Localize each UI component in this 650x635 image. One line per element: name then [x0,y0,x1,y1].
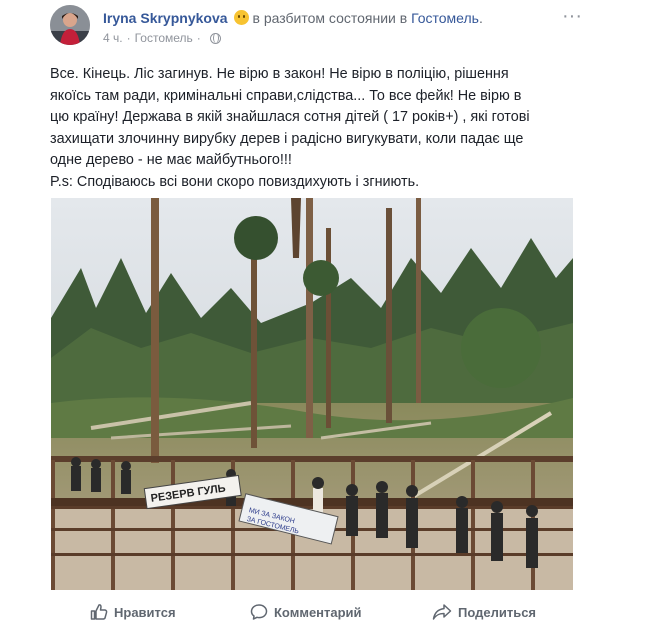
meta-separator: · [196,31,201,45]
meta-separator: · [126,31,131,45]
post-text-line: одне дерево - не має майбутнього!!! [50,152,292,169]
share-label: Поделиться [458,604,537,620]
post-text: Все. Кінець. Ліс загинув. Не вірю в зако… [50,64,580,194]
avatar[interactable] [50,5,90,45]
like-button[interactable]: Нравится [90,601,176,623]
post-text-line: якоїсь там ради, кримінальні справи,слід… [50,87,522,104]
more-icon[interactable]: ··· [562,6,582,26]
like-label: Нравится [114,604,176,620]
comment-icon [250,604,268,620]
post-text-line: Все. Кінець. Ліс загинув. Не вірю в зако… [50,66,509,82]
share-icon [432,604,452,620]
facebook-post: Iryna Skrypnykova в разбитом состоянии в … [0,0,650,635]
post-text-line: P.s: Сподіваюсь всі вони скоро повиздиху… [50,173,420,190]
feeling-emoji-icon [233,10,249,25]
post-time[interactable]: 4 ч. [103,31,123,45]
post-text-line: захищати злочинну вирубку дерев і радісн… [50,130,524,147]
globe-icon[interactable] [209,33,221,44]
meta-location[interactable]: Гостомель [135,31,193,45]
feeling-text: в разбитом состоянии в [252,10,408,26]
action-bar: Нравится Комментарий Поделиться [50,597,570,627]
share-button[interactable]: Поделиться [432,601,536,623]
post-photo[interactable]: РЕЗЕРВ ГУЛЬ МИ ЗА ЗАКОНЗА ГОСТОМЕЛЬ [51,198,573,590]
post-meta: 4 ч. · Гостомель · [103,31,221,45]
post-text-line: цю країну! Держава в якій знайшлася сотн… [50,109,530,126]
post-header: Iryna Skrypnykova в разбитом состоянии в … [103,9,483,27]
location-link[interactable]: Гостомель [411,10,479,26]
like-icon [90,604,108,620]
header-period: . [478,10,483,26]
comment-label: Комментарий [274,604,362,620]
author-name[interactable]: Iryna Skrypnykova [103,10,228,26]
comment-button[interactable]: Комментарий [250,601,362,623]
